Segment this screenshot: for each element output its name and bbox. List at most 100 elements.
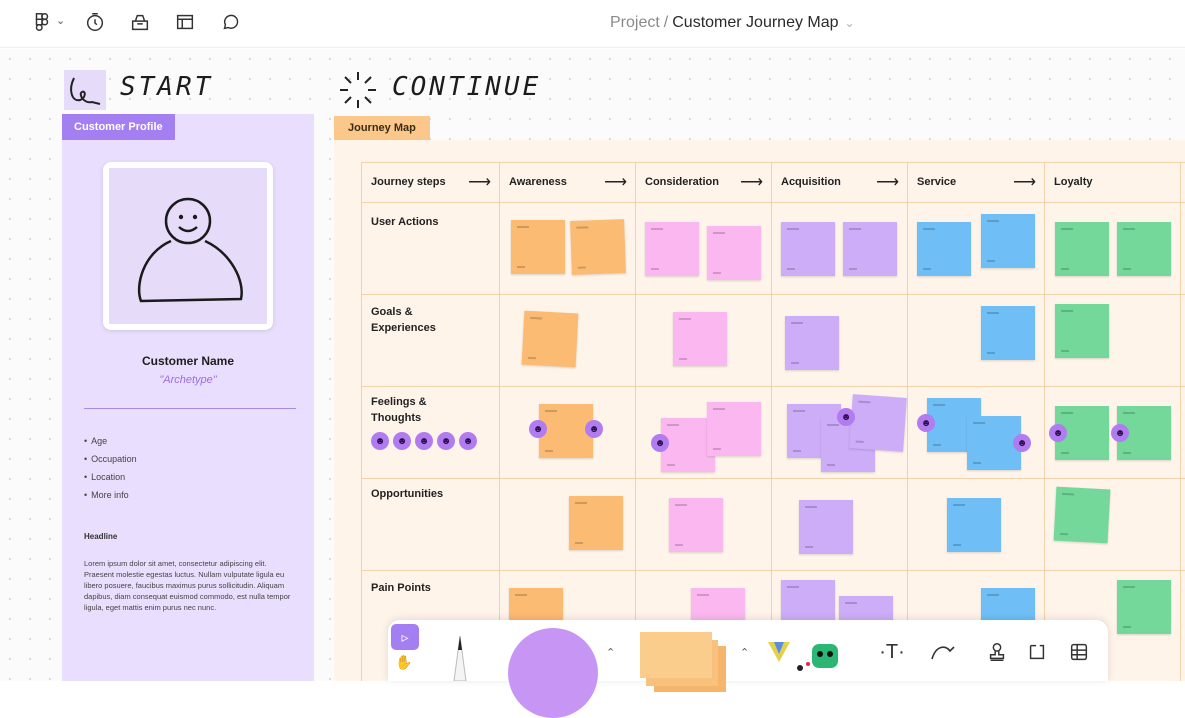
emoji-neutral-icon[interactable]: ☻ bbox=[415, 432, 433, 450]
avatar-drawing bbox=[137, 197, 243, 303]
library-icon[interactable] bbox=[128, 10, 152, 34]
emoji-sticker-icon[interactable]: ☻ bbox=[585, 420, 603, 438]
sticky-caret-icon[interactable]: ⌃ bbox=[740, 646, 749, 659]
sticky-note[interactable] bbox=[947, 498, 1001, 552]
emoji-angry-icon[interactable]: ☻ bbox=[459, 432, 477, 450]
arrow-icon: ⟶ bbox=[876, 174, 899, 191]
emoji-sticker-icon[interactable]: ☻ bbox=[529, 420, 547, 438]
table-tool-button[interactable] bbox=[1064, 638, 1094, 666]
sticky-note[interactable] bbox=[521, 310, 579, 368]
shape-tool-icon[interactable] bbox=[508, 628, 598, 718]
sticky-note[interactable] bbox=[645, 222, 699, 276]
sticky-note[interactable] bbox=[1117, 580, 1171, 634]
table-border bbox=[1180, 162, 1181, 681]
emoji-sticker-icon[interactable]: ☻ bbox=[1013, 434, 1031, 452]
sticky-tool-icon[interactable] bbox=[640, 632, 728, 692]
timer-icon[interactable] bbox=[83, 10, 107, 34]
journey-table: Journey steps ⟶ Awareness ⟶ Consideration ⟶… bbox=[361, 162, 1185, 681]
file-title[interactable]: Customer Journey Map bbox=[672, 14, 838, 31]
column-divider bbox=[499, 162, 500, 681]
sticky-note[interactable] bbox=[511, 220, 565, 274]
row-divider bbox=[361, 386, 1185, 387]
sparkle-icon bbox=[336, 68, 380, 112]
journey-map-tag[interactable]: Journey Map bbox=[334, 116, 430, 140]
figjam-logo-icon[interactable] bbox=[30, 10, 54, 34]
row-label-opportunities[interactable]: Opportunities bbox=[371, 486, 491, 502]
sticky-note[interactable] bbox=[917, 222, 971, 276]
breadcrumb: Project / Customer Journey Map ⌄ bbox=[610, 14, 855, 32]
sticky-note[interactable] bbox=[1055, 304, 1109, 358]
emoji-happy-icon[interactable]: ☻ bbox=[393, 432, 411, 450]
marker-tool-icon[interactable] bbox=[440, 628, 480, 682]
sticky-note[interactable] bbox=[1053, 486, 1111, 544]
row-label-feelings[interactable]: Feelings & Thoughts bbox=[371, 394, 441, 426]
header-acquisition[interactable]: Acquisition ⟶ bbox=[771, 162, 907, 202]
start-section-badge bbox=[64, 70, 106, 110]
sticky-note[interactable] bbox=[981, 214, 1035, 268]
header-consideration[interactable]: Consideration ⟶ bbox=[635, 162, 771, 202]
sticky-note[interactable] bbox=[785, 316, 839, 370]
layout-icon[interactable] bbox=[173, 10, 197, 34]
header-label: Acquisition bbox=[781, 176, 841, 188]
connector-tool-button[interactable] bbox=[918, 638, 968, 666]
emoji-sad-icon[interactable]: ☻ bbox=[437, 432, 455, 450]
top-bar: ⌄ Project / Customer Journey Map ⌄ bbox=[0, 0, 1185, 48]
attribute-age: Age bbox=[84, 436, 294, 454]
comment-icon[interactable] bbox=[218, 10, 242, 34]
sticky-note[interactable] bbox=[849, 394, 907, 452]
row-label-user-actions[interactable]: User Actions bbox=[371, 214, 491, 230]
emoji-sticker-icon[interactable]: ☻ bbox=[837, 408, 855, 426]
attribute-location: Location bbox=[84, 472, 294, 490]
sticky-note[interactable] bbox=[1117, 222, 1171, 276]
customer-profile-tag[interactable]: Customer Profile bbox=[62, 114, 175, 140]
row-label-goals[interactable]: Goals & Experiences bbox=[371, 304, 451, 336]
sticky-note[interactable] bbox=[570, 219, 626, 275]
arrow-icon: ⟶ bbox=[468, 174, 491, 191]
text-tool-button[interactable]: ·T· bbox=[872, 638, 912, 666]
arrow-icon: ⟶ bbox=[740, 174, 763, 191]
sticky-note[interactable] bbox=[1055, 222, 1109, 276]
title-chevron-icon[interactable]: ⌄ bbox=[845, 16, 855, 30]
section-tool-button[interactable] bbox=[1022, 638, 1052, 666]
continue-section-title: CONTINUE bbox=[392, 72, 542, 102]
sticky-note[interactable] bbox=[843, 222, 897, 276]
menu-chevron-icon[interactable]: ⌄ bbox=[56, 14, 65, 27]
column-divider bbox=[771, 162, 772, 681]
column-divider bbox=[1044, 162, 1045, 681]
header-label: Loyalty bbox=[1054, 176, 1093, 188]
column-divider bbox=[907, 162, 908, 681]
stamp-tool-button[interactable] bbox=[982, 638, 1012, 666]
sticky-note[interactable] bbox=[669, 498, 723, 552]
profile-attributes: Age Occupation Location More info bbox=[84, 436, 294, 508]
emoji-sticker-icon[interactable]: ☻ bbox=[651, 434, 669, 452]
emoji-very-happy-icon[interactable]: ☻ bbox=[371, 432, 389, 450]
avatar-card[interactable] bbox=[103, 162, 273, 330]
sticky-note[interactable] bbox=[707, 226, 761, 280]
breadcrumb-project[interactable]: Project bbox=[610, 14, 660, 31]
sticky-note[interactable] bbox=[707, 402, 761, 456]
shape-caret-icon[interactable]: ⌃ bbox=[606, 646, 615, 659]
sticky-note[interactable] bbox=[673, 312, 727, 366]
customer-archetype: "Archetype" bbox=[159, 374, 217, 386]
header-label: Awareness bbox=[509, 176, 567, 188]
move-tool-button[interactable]: ▹ bbox=[391, 624, 419, 650]
sticky-note[interactable] bbox=[799, 500, 853, 554]
sticky-note[interactable] bbox=[569, 496, 623, 550]
emoji-sticker-icon[interactable]: ☻ bbox=[1111, 424, 1129, 442]
hand-tool-icon[interactable]: ✋ bbox=[395, 654, 415, 674]
header-service[interactable]: Service ⟶ bbox=[907, 162, 1044, 202]
emoji-sticker-icon[interactable]: ☻ bbox=[1049, 424, 1067, 442]
sticky-note[interactable] bbox=[781, 222, 835, 276]
header-journey-steps[interactable]: Journey steps ⟶ bbox=[361, 162, 499, 202]
squiggle-icon bbox=[70, 77, 101, 105]
row-label-pain-points[interactable]: Pain Points bbox=[371, 580, 491, 596]
header-loyalty[interactable]: Loyalty bbox=[1044, 162, 1180, 202]
emoji-sticker-icon[interactable]: ☻ bbox=[917, 414, 935, 432]
header-label: Service bbox=[917, 176, 957, 188]
row-divider bbox=[361, 202, 1185, 203]
arrow-icon: ⟶ bbox=[604, 174, 627, 191]
stickers-tool-icon[interactable] bbox=[764, 636, 844, 676]
sticky-note[interactable] bbox=[981, 306, 1035, 360]
header-awareness[interactable]: Awareness ⟶ bbox=[499, 162, 635, 202]
row-divider bbox=[361, 294, 1185, 295]
